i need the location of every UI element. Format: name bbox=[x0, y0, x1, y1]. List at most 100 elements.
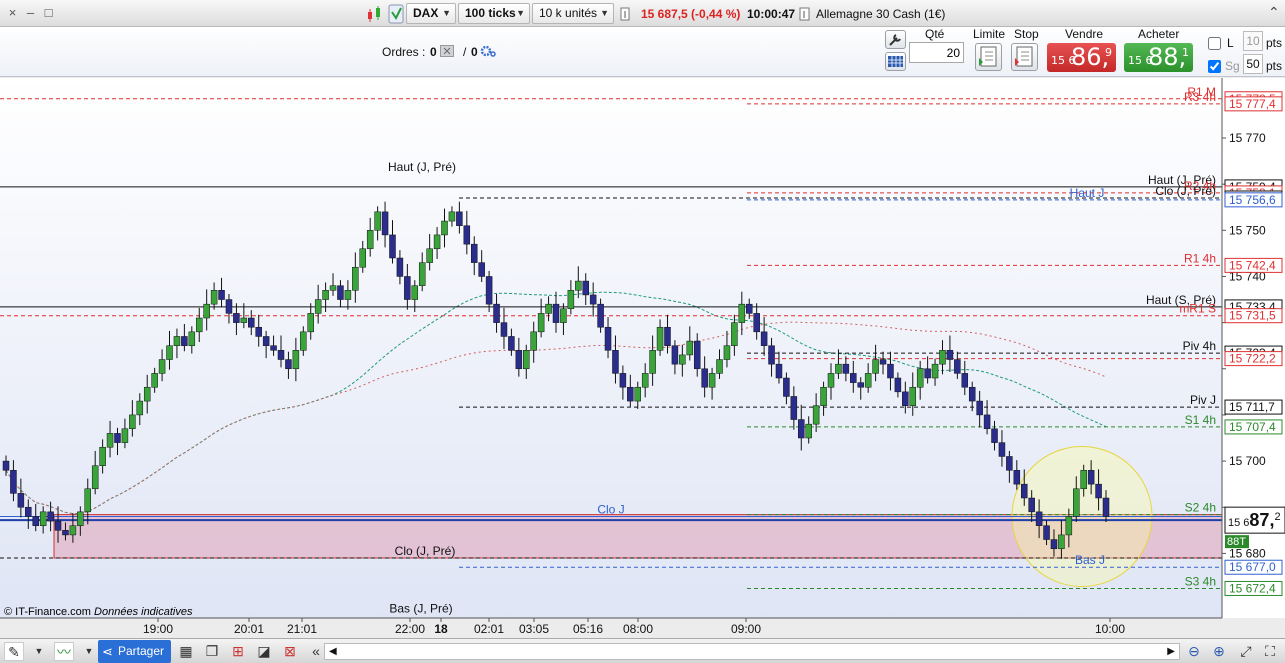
collapse-chevron-icon[interactable]: ⌃ bbox=[1268, 4, 1280, 21]
window-close-icon[interactable]: × bbox=[6, 6, 19, 20]
candle-up bbox=[872, 359, 879, 374]
bookmark-icon[interactable] bbox=[388, 4, 404, 24]
candle-down bbox=[181, 336, 188, 346]
candle-down bbox=[508, 336, 515, 351]
indicators-icon[interactable]: 〰 bbox=[54, 642, 74, 661]
price-alert-icon[interactable]: ⊞ bbox=[228, 642, 248, 661]
candle-down bbox=[619, 373, 627, 388]
drawing-dropdown-icon[interactable]: ▼ bbox=[34, 642, 44, 661]
sg-label: Sg bbox=[1225, 59, 1240, 73]
candle-down bbox=[47, 511, 54, 522]
candle-up bbox=[173, 336, 181, 346]
layers-icon[interactable]: ❐ bbox=[202, 642, 222, 661]
qty-input[interactable] bbox=[909, 42, 964, 63]
candle-up bbox=[448, 211, 456, 222]
keypad-button[interactable] bbox=[885, 52, 906, 71]
candle-down bbox=[850, 373, 857, 383]
drawing-tools-icon[interactable]: ✎ bbox=[4, 642, 24, 661]
limit-order-button[interactable] bbox=[975, 43, 1002, 71]
scroll-left-arrow-icon[interactable]: ◀ bbox=[329, 644, 337, 659]
fit-chart-icon[interactable]: ⤢ bbox=[1236, 642, 1256, 661]
candle-down bbox=[887, 363, 894, 379]
candle-down bbox=[114, 433, 121, 443]
candle-down bbox=[589, 294, 597, 305]
level-label: Clo J bbox=[597, 502, 624, 516]
chart-screenshot-icon[interactable]: ◪ bbox=[254, 642, 274, 661]
candle-down bbox=[582, 280, 589, 296]
candle-down bbox=[218, 290, 225, 300]
sell-button[interactable]: 15 6 86, 9 bbox=[1047, 43, 1116, 72]
indicators-dropdown-icon[interactable]: ▼ bbox=[84, 642, 94, 661]
info-icon[interactable] bbox=[620, 7, 630, 21]
level-label: Piv 4h bbox=[1183, 339, 1216, 353]
candle-up bbox=[723, 345, 731, 360]
candlestick-chart-icon[interactable] bbox=[366, 5, 384, 23]
zoom-out-icon[interactable]: ⊖ bbox=[1184, 642, 1204, 661]
units-select[interactable]: 10 k unités ▼ bbox=[532, 3, 614, 24]
settings-wrench-button[interactable] bbox=[885, 30, 906, 49]
top-toolbar: × – □ DAX ▼ 100 ticks ▼ 10 k unités ▼ 15 68… bbox=[0, 0, 1285, 27]
level-label-left: Haut (J, Pré) bbox=[388, 160, 456, 174]
l-points-input[interactable]: 10 bbox=[1243, 31, 1263, 51]
instrument-select[interactable]: DAX ▼ bbox=[406, 3, 456, 24]
window-maximize-icon[interactable]: □ bbox=[42, 6, 55, 20]
sg-points-input[interactable]: 50 bbox=[1243, 54, 1263, 74]
price-chart[interactable]: R1 M R3 4h Haut (J, Pré) R2 4h Clo (J, Pré) H… bbox=[0, 78, 1285, 638]
share-button[interactable]: ⋖ Partager bbox=[98, 640, 171, 663]
candle-up bbox=[441, 220, 448, 236]
x-tick-label: 18 bbox=[434, 622, 448, 636]
stop-order-button[interactable] bbox=[1011, 43, 1038, 71]
gear-icon[interactable] bbox=[480, 44, 496, 58]
candle-up bbox=[426, 248, 433, 263]
candle-down bbox=[552, 303, 560, 323]
candle-down bbox=[1013, 470, 1021, 485]
data-source: © IT-Finance.com Données indicatives bbox=[4, 606, 193, 618]
candle-up bbox=[314, 299, 322, 314]
candle-up bbox=[560, 308, 567, 323]
candle-down bbox=[470, 243, 478, 263]
chart-svg[interactable]: R1 MR3 4hHaut (J, Pré)R2 4hClo (J, Pré)H… bbox=[0, 78, 1285, 638]
candle-up bbox=[1058, 534, 1065, 550]
candle-down bbox=[1043, 525, 1050, 540]
candle-up bbox=[820, 386, 827, 406]
candle-up bbox=[195, 317, 203, 333]
candle-down bbox=[285, 359, 292, 370]
info-icon-2[interactable] bbox=[799, 7, 811, 21]
x-tick-label: 20:01 bbox=[234, 622, 264, 636]
current-price-prefix: 15 6 bbox=[1228, 517, 1249, 529]
sg-checkbox[interactable] bbox=[1208, 60, 1221, 73]
buy-price-tail: 1 bbox=[1182, 46, 1189, 59]
scroll-right-arrow-icon[interactable]: ▶ bbox=[1167, 644, 1175, 659]
candle-down bbox=[924, 368, 931, 379]
candle-down bbox=[389, 234, 396, 259]
level-label: R3 4h bbox=[1184, 90, 1216, 104]
candle-down bbox=[54, 520, 62, 531]
candle-down bbox=[485, 276, 493, 305]
candle-up bbox=[366, 230, 374, 250]
properties-icon[interactable]: ▦ bbox=[176, 642, 196, 661]
candle-down bbox=[701, 368, 708, 388]
window-minimize-icon[interactable]: – bbox=[24, 6, 37, 20]
candle-up bbox=[835, 363, 842, 374]
buy-button[interactable]: 15 6 88, 1 bbox=[1124, 43, 1193, 72]
fullscreen-icon[interactable]: ⛶ bbox=[1260, 642, 1280, 661]
annotation-text: 88T bbox=[1227, 536, 1246, 548]
orders-close-icon[interactable] bbox=[440, 45, 454, 57]
horizontal-scrollbar[interactable]: ◀ ▶ bbox=[324, 643, 1180, 660]
level-label: Bas J bbox=[1075, 553, 1105, 567]
candle-down bbox=[597, 303, 604, 328]
candle-up bbox=[84, 488, 92, 513]
zoom-in-icon[interactable]: ⊕ bbox=[1209, 642, 1229, 661]
candle-down bbox=[1102, 497, 1110, 517]
level-price-tag: 15 707,4 bbox=[1224, 419, 1283, 435]
candle-down bbox=[664, 326, 671, 346]
scroll-back-icon[interactable]: « bbox=[306, 642, 326, 661]
level-label: Haut J bbox=[1070, 186, 1105, 200]
candle-up bbox=[545, 303, 552, 314]
level-price-tag: 15 722,2 bbox=[1224, 351, 1283, 367]
l-checkbox[interactable] bbox=[1208, 37, 1221, 50]
tick-interval-select[interactable]: 100 ticks ▼ bbox=[458, 3, 530, 24]
delete-drawings-icon[interactable]: ⊠ bbox=[280, 642, 300, 661]
level-label: mR1 S bbox=[1179, 302, 1216, 316]
sg-points-unit: pts bbox=[1266, 59, 1283, 73]
